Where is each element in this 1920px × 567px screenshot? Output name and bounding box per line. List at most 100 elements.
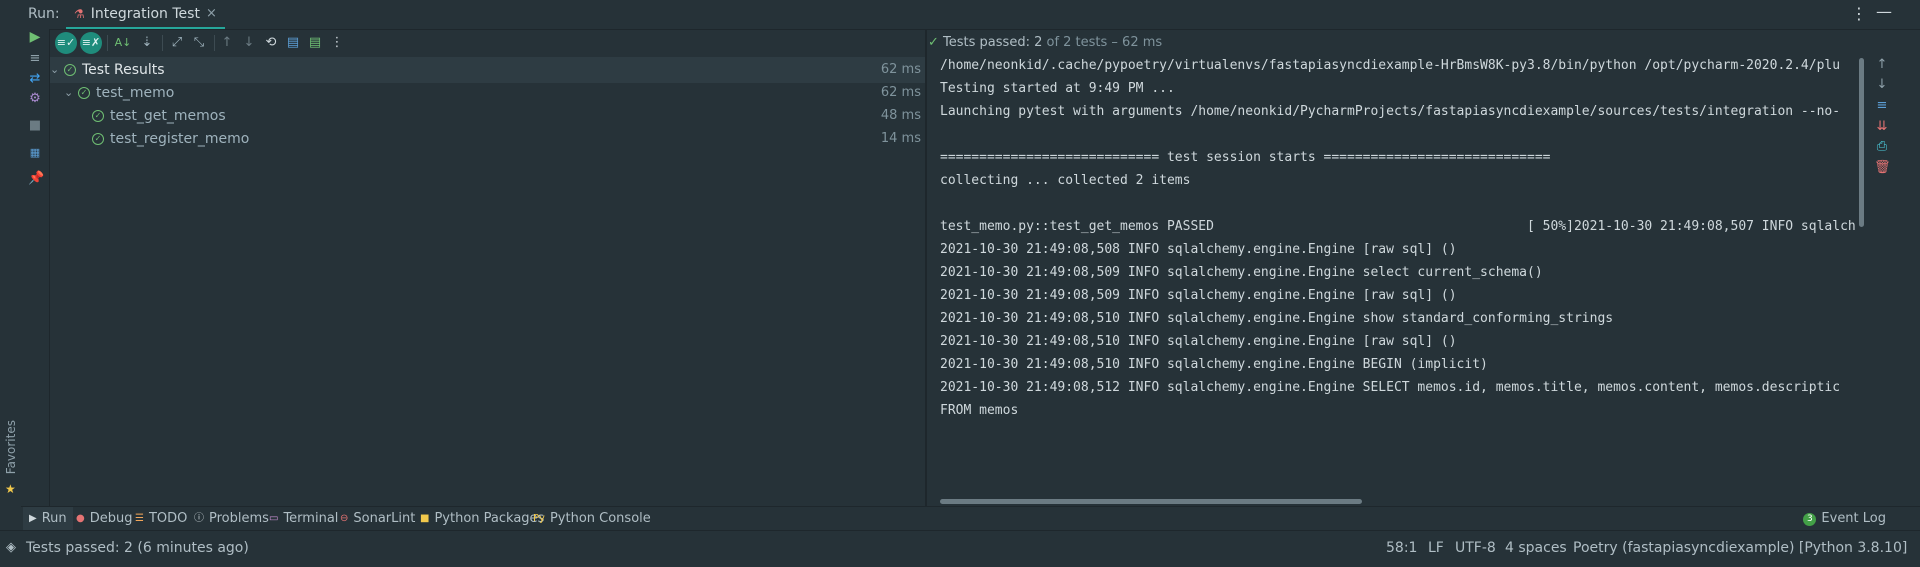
layers-icon[interactable]: ◈ [6,540,16,555]
console-line: Testing started at 9:49 PM ... [940,81,1175,96]
run-icon: ▶ [29,513,37,524]
tab-label: Debug [89,511,133,526]
layout-icon[interactable]: ▦ [28,146,42,160]
tab-problems[interactable]: ⓘ Problems [194,507,269,531]
package-icon: ■ [420,513,430,524]
file-encoding[interactable]: UTF-8 [1455,540,1496,556]
console-line: test_memo.py::test_get_memos PASSED [ 50… [940,219,1856,234]
tab-label: TODO [148,511,188,526]
previous-test-icon[interactable]: ↑ [218,34,236,52]
terminal-icon: ▭ [269,513,279,524]
tab-label: Terminal [283,511,339,526]
test-toolbar: ≡✓ ≡✗ A↓ ⇣ ⤢ ⤡ ↑ ↓ ⟲ ▤ ▤ ⋮ [50,29,925,56]
horizontal-scrollbar[interactable] [940,499,1362,504]
indentation[interactable]: 4 spaces [1505,540,1567,556]
console-line: 2021-10-30 21:49:08,510 INFO sqlalchemy.… [940,311,1614,326]
toolbar-separator [214,35,215,51]
tab-label: Run [41,511,67,526]
tests-total-text: of 2 tests – 62 ms [1042,35,1163,50]
console-line: collecting ... collected 2 items [940,173,1191,188]
tab-debug[interactable]: ● Debug [76,507,133,531]
tab-python-console[interactable]: Py Python Console [533,507,651,531]
todo-icon: ☰ [135,513,144,524]
tab-label: Event Log [1821,511,1886,526]
console-actions: ↑ ↓ ≡ ⇊ ⎙ 🗑 [1866,57,1920,506]
check-icon: ✓ [92,133,104,145]
test-results-tree: ⌄ ✓ Test Results 62 ms ⌄ ✓ test_memo 62 … [50,57,925,505]
tab-todo[interactable]: ☰ TODO [135,507,187,531]
check-icon: ✓ [92,110,104,122]
line-separator[interactable]: LF [1428,540,1444,556]
python-interpreter[interactable]: Poetry (fastapiasyncdiexample) [Python 3… [1573,540,1907,556]
check-icon: ✓ [64,64,76,76]
check-icon: ✓ [78,87,90,99]
tab-integration-test[interactable]: ⚗ Integration Test × [66,0,225,29]
tests-passed-text: Tests passed: 2 [943,35,1043,50]
rerun-icon[interactable]: ≡✓ [55,32,77,54]
tab-title: Integration Test [90,5,200,22]
console-output[interactable]: /home/neonkid/.cache/pypoetry/virtualenv… [927,57,1857,506]
close-icon[interactable]: × [206,6,217,21]
more-icon[interactable]: ⋮ [328,34,346,52]
tab-label: SonarLint [353,511,416,526]
sort-alpha-icon[interactable]: A↓ [114,34,132,52]
run-actions-column: ▶ ≡ ⇄ ⚙ ■ ▦ 📌 [21,29,50,506]
tab-label: Python Packages [434,511,545,526]
scroll-down-icon[interactable]: ↓ [1874,77,1890,93]
tree-row-duration: 14 ms [880,131,921,146]
stop-icon[interactable]: ■ [28,119,42,133]
run-icon[interactable]: ▶ [28,30,42,44]
event-count-badge: 3 [1803,512,1817,526]
console-line: Launching pytest with arguments /home/ne… [940,104,1841,119]
caret-position[interactable]: 58:1 [1386,540,1417,556]
soft-wrap-icon[interactable]: ≡ [1874,98,1890,114]
collapse-all-icon[interactable]: ⤡ [190,34,208,52]
status-message[interactable]: Tests passed: 2 (6 minutes ago) [26,540,249,556]
sort-duration-icon[interactable]: ⇣ [138,34,156,52]
history-icon[interactable]: ⟲ [262,34,280,52]
vertical-scrollbar[interactable] [1859,58,1864,227]
export-icon[interactable]: ▤ [284,34,302,52]
settings-gear-icon[interactable]: ⚙ [28,92,42,106]
tab-label: Python Console [549,511,651,526]
info-icon: ⓘ [194,513,204,524]
scroll-to-end-icon[interactable]: ⇊ [1874,119,1890,135]
import-icon[interactable]: ▤ [306,34,324,52]
run-config-icon: ⚗ [74,6,85,21]
run-tool-window-header [21,0,1920,30]
tab-event-log[interactable]: 3 Event Log [1803,507,1886,531]
status-bar: ◈ Tests passed: 2 (6 minutes ago) 58:1 L… [0,530,1920,567]
toolbar-separator [107,35,108,51]
sonarlint-icon: ⊖ [340,513,349,524]
toolbar-separator [162,35,163,51]
next-test-icon[interactable]: ↓ [240,34,258,52]
run-label: Run: [28,6,60,22]
console-line: /home/neonkid/.cache/pypoetry/virtualenv… [940,58,1841,73]
expand-all-icon[interactable]: ⤢ [168,34,186,52]
tool-window-bar: ▶ Run ● Debug ☰ TODO ⓘ Problems ▭ Termin… [21,506,1920,531]
console-line: ============================ test sessio… [940,150,1551,165]
console-line: 2021-10-30 21:49:08,509 INFO sqlalchemy.… [940,265,1543,280]
pin-icon[interactable]: 📌 [28,172,44,186]
python-icon: Py [533,513,545,524]
tree-row-test-register-memo[interactable]: ✓ test_register_memo 14 ms [50,126,925,152]
favorites-tab[interactable]: Favorites [4,420,18,474]
tests-status-summary: ✓ Tests passed: 2 of 2 tests – 62 ms [928,35,1162,50]
tab-run[interactable]: ▶ Run [23,507,73,531]
console-line: 2021-10-30 21:49:08,512 INFO sqlalchemy.… [940,380,1841,395]
check-icon: ✓ [928,35,939,50]
tab-sonarlint[interactable]: ⊖ SonarLint [340,507,415,531]
toggle-auto-rerun-icon[interactable]: ⇄ [28,72,42,86]
more-options-icon[interactable]: ⋮ [1851,4,1867,23]
trash-icon[interactable]: 🗑 [1874,160,1891,176]
rerun-failed-icon[interactable]: ≡✗ [80,32,102,54]
tab-terminal[interactable]: ▭ Terminal [269,507,338,531]
minimize-icon[interactable]: — [1876,2,1892,21]
console-line: 2021-10-30 21:49:08,510 INFO sqlalchemy.… [940,357,1488,372]
scroll-up-icon[interactable]: ↑ [1874,57,1890,73]
tree-row-label: test_register_memo [110,131,250,147]
tab-python-packages[interactable]: ■ Python Packages [420,507,544,531]
print-icon[interactable]: ⎙ [1874,139,1890,155]
rerun-failed-icon[interactable]: ≡ [28,52,42,66]
console-line: 2021-10-30 21:49:08,508 INFO sqlalchemy.… [940,242,1457,257]
